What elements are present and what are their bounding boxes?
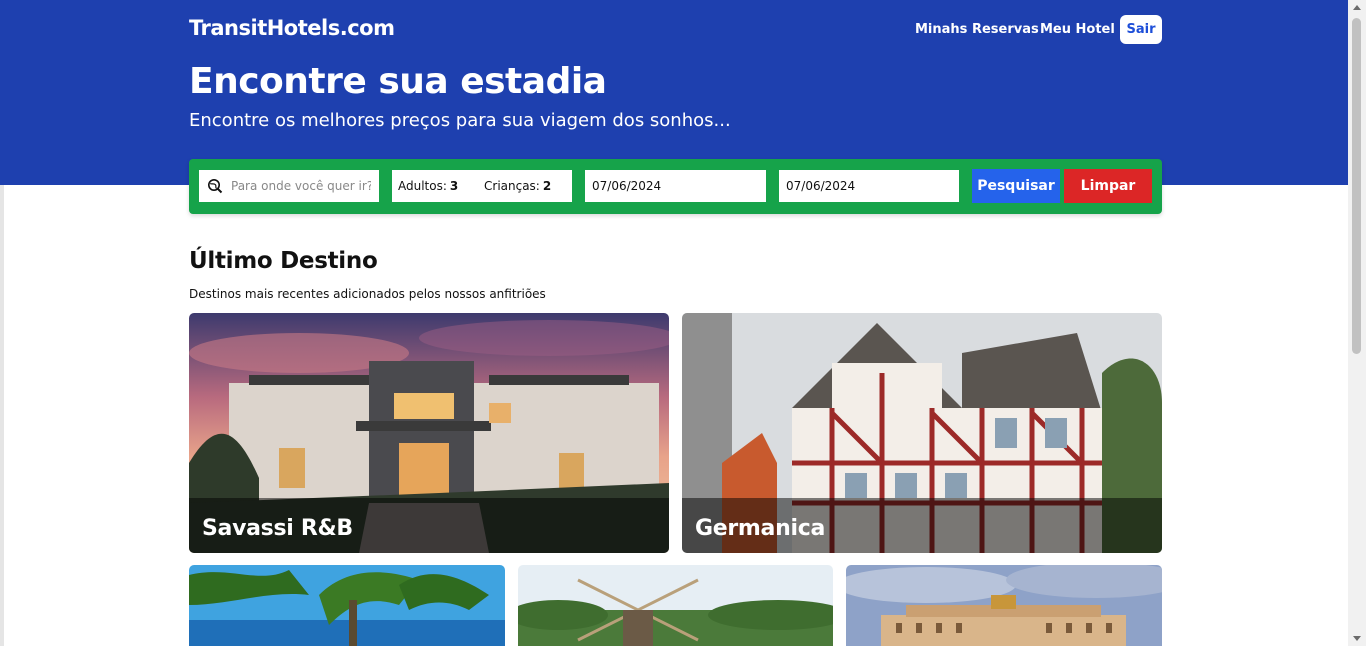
adults-count[interactable]: Adultos: 3 bbox=[398, 179, 484, 193]
guests-field[interactable]: Adultos: 3 Crianças: 2 bbox=[392, 170, 572, 202]
search-button[interactable]: Pesquisar bbox=[972, 169, 1060, 203]
adults-value: 3 bbox=[449, 179, 459, 193]
destination-card[interactable] bbox=[846, 565, 1162, 646]
destination-image bbox=[189, 565, 505, 646]
page-edge bbox=[0, 185, 4, 646]
hero-banner: TransitHotels.com Minahs Reservas Meu Ho… bbox=[0, 0, 1348, 185]
vertical-scrollbar[interactable] bbox=[1348, 0, 1366, 646]
nav-my-hotel[interactable]: Meu Hotel bbox=[1040, 22, 1115, 37]
destination-name: Savassi R&B bbox=[202, 516, 353, 541]
hero-subtitle: Encontre os melhores preços para sua via… bbox=[189, 110, 731, 131]
children-label: Crianças: bbox=[484, 179, 540, 193]
destination-image bbox=[846, 565, 1162, 646]
destination-card[interactable]: Savassi R&B bbox=[189, 313, 669, 553]
globe-search-icon bbox=[208, 179, 223, 194]
destination-card[interactable] bbox=[189, 565, 505, 646]
scrollbar-thumb[interactable] bbox=[1352, 18, 1361, 354]
destination-image bbox=[518, 565, 833, 646]
search-bar: Adultos: 3 Crianças: 2 07/06/2024 07/06/… bbox=[189, 159, 1162, 214]
hero-title: Encontre sua estadia bbox=[189, 61, 607, 102]
adults-label: Adultos: bbox=[398, 179, 447, 193]
check-in-date-input[interactable]: 07/06/2024 bbox=[585, 170, 766, 202]
destination-field[interactable] bbox=[199, 170, 379, 202]
clear-button[interactable]: Limpar bbox=[1064, 169, 1152, 203]
nav-my-reservations[interactable]: Minahs Reservas bbox=[915, 22, 1039, 37]
scroll-down-icon[interactable] bbox=[1353, 636, 1361, 641]
destination-card[interactable]: Germanica bbox=[682, 313, 1162, 553]
logout-button[interactable]: Sair bbox=[1120, 15, 1162, 44]
children-count[interactable]: Crianças: 2 bbox=[484, 179, 551, 193]
site-logo[interactable]: TransitHotels.com bbox=[189, 16, 395, 40]
destination-name: Germanica bbox=[695, 516, 825, 541]
check-out-date-input[interactable]: 07/06/2024 bbox=[779, 170, 959, 202]
children-value: 2 bbox=[542, 179, 552, 193]
section-title: Último Destino bbox=[189, 248, 378, 274]
destination-input[interactable] bbox=[229, 178, 373, 194]
destination-card[interactable] bbox=[518, 565, 833, 646]
section-subtitle: Destinos mais recentes adicionados pelos… bbox=[189, 287, 546, 301]
scroll-up-icon[interactable] bbox=[1353, 5, 1361, 10]
